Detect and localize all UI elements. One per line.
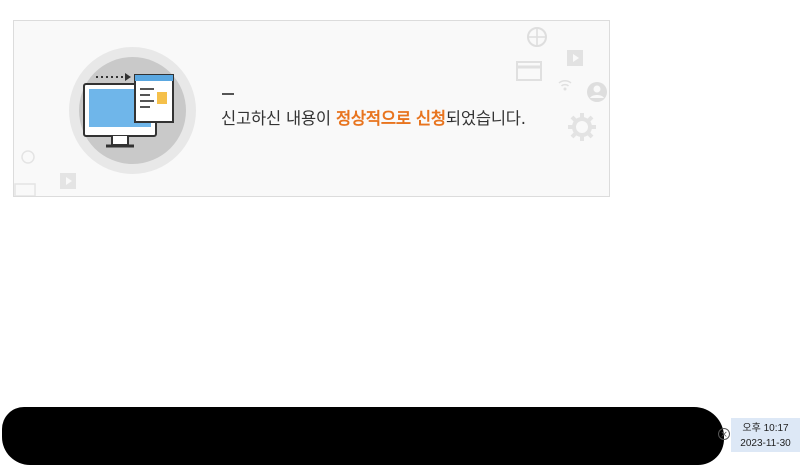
- clock-date: 2023-11-30: [740, 438, 791, 449]
- highlight-text: 정상적으로: [335, 109, 411, 128]
- decorative-dash: [222, 93, 234, 95]
- monitor-document-icon: [83, 73, 174, 148]
- close-icon[interactable]: ×: [718, 428, 730, 440]
- card-icon: [516, 61, 542, 81]
- clock-time: 오후 10:17: [742, 423, 789, 434]
- highlight-text: 신청: [415, 109, 446, 128]
- play-icon: [567, 50, 583, 66]
- globe-icon: [527, 27, 547, 47]
- redacted-taskbar-area: [2, 407, 724, 465]
- gear-icon: [568, 113, 596, 141]
- taskbar-clock[interactable]: 오후 10:17 2023-11-30: [731, 418, 800, 452]
- user-icon: [587, 82, 607, 102]
- confirmation-message: 신고하신 내용이 정상적으로 신청되었습니다.: [221, 109, 526, 128]
- wifi-icon: [558, 79, 572, 91]
- report-confirmation-banner: 신고하신 내용이 정상적으로 신청되었습니다.: [13, 20, 610, 197]
